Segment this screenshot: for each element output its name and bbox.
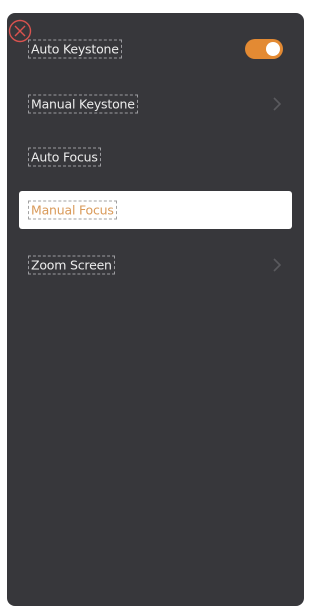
chevron-right-icon bbox=[273, 97, 282, 111]
menu-item-manual-focus[interactable]: Manual Focus bbox=[19, 191, 292, 229]
zoom-screen-label: Zoom Screen bbox=[28, 255, 115, 275]
menu-item-auto-focus[interactable]: Auto Focus bbox=[19, 138, 292, 176]
menu-item-zoom-screen[interactable]: Zoom Screen bbox=[19, 246, 292, 284]
menu-item-manual-keystone[interactable]: Manual Keystone bbox=[19, 85, 292, 123]
chevron-right-icon bbox=[273, 258, 282, 272]
auto-focus-label: Auto Focus bbox=[28, 147, 101, 167]
toggle-knob bbox=[266, 42, 280, 56]
settings-panel: Auto Keystone Manual Keystone Auto Focus… bbox=[7, 13, 304, 606]
auto-keystone-toggle[interactable] bbox=[245, 39, 283, 59]
close-circle-icon[interactable] bbox=[7, 18, 33, 44]
menu-item-auto-keystone[interactable]: Auto Keystone bbox=[19, 30, 292, 68]
manual-keystone-label: Manual Keystone bbox=[28, 94, 138, 114]
auto-keystone-label: Auto Keystone bbox=[28, 39, 122, 59]
manual-focus-label: Manual Focus bbox=[28, 200, 117, 220]
